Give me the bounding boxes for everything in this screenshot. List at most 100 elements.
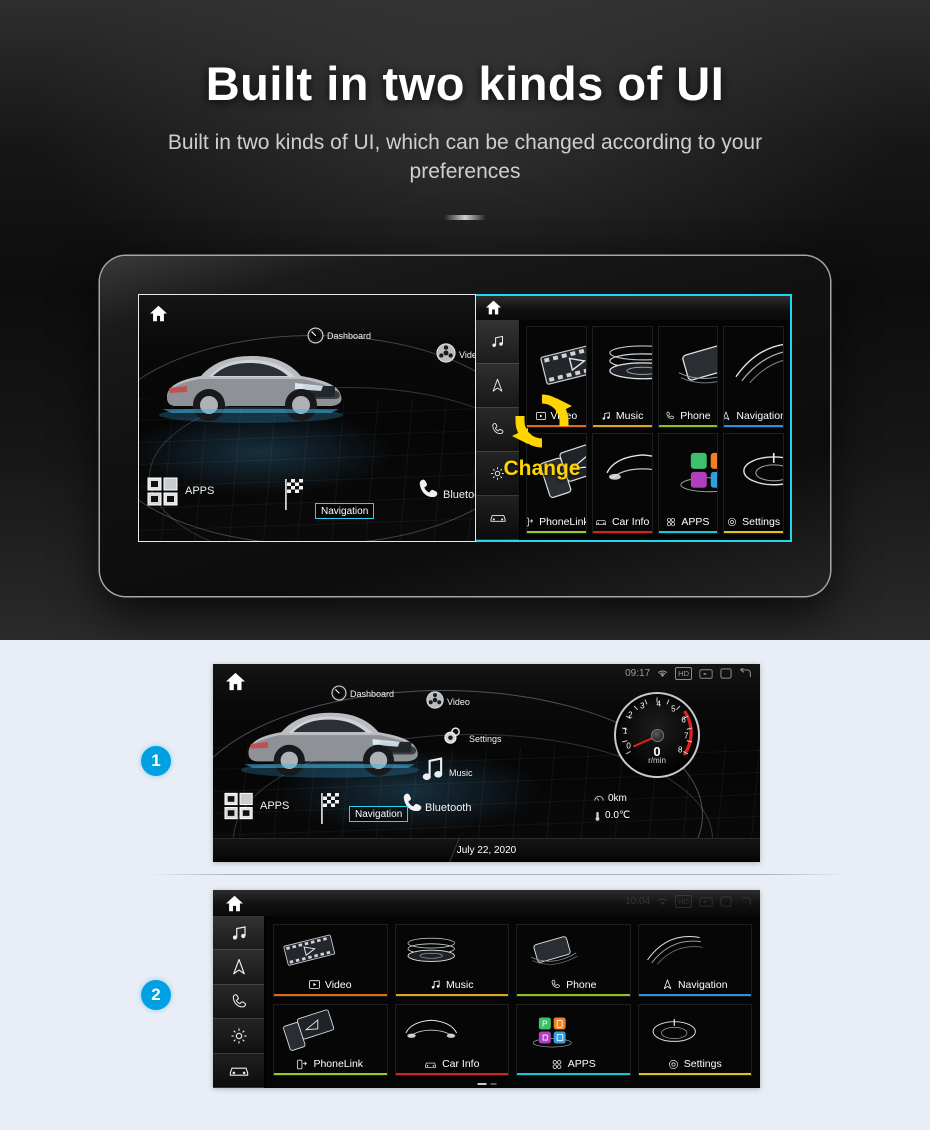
status-bar: 09:17 HD [625,667,752,680]
tile-accent [274,1073,387,1075]
tile-caption: Music [601,410,643,422]
badge-2: 2 [141,980,171,1010]
apps-icon [552,1059,562,1069]
sidebar-item-settings[interactable] [476,452,519,496]
car-front-icon [425,1062,436,1068]
gear-icon[interactable] [441,724,465,748]
screenshot-tile-grid[interactable]: 10:04 HD Video Music Phone Navigation Ph… [213,890,760,1088]
tile-settings[interactable]: Settings [723,432,784,534]
label-bluetooth[interactable]: Bluetooth [443,489,475,501]
tile-caption: PhoneLink [526,516,586,528]
music-note-icon[interactable] [421,756,444,783]
page-indicator[interactable] [477,1083,496,1085]
back-arrow-icon [741,897,751,906]
sidebar-item-car-info[interactable] [476,496,519,540]
tachometer: 0 1 2 3 4 5 6 7 8 0 r/min [614,692,700,778]
tile-label: Phone [680,409,711,422]
tile-caption: Settings [727,516,780,528]
label-music[interactable]: Music [449,768,473,778]
label-dashboard[interactable]: Dashboard [327,331,371,341]
device-left-panel[interactable]: Dashboard Video APPS [138,294,476,542]
settings-art-icon [652,1018,696,1042]
home-icon[interactable] [485,300,502,315]
label-navigation-selected[interactable]: Navigation [349,806,409,822]
sidebar-item-settings[interactable] [213,1019,264,1054]
tile-grid: Video Music Phone Navigation PhoneLink C… [520,320,790,540]
tile-caption: Video [309,979,352,991]
tile-grid-ui: 10:04 HD Video Music Phone Navigation Ph… [213,890,760,1088]
sidebar-item-navigation[interactable] [476,364,519,408]
tile-caption: Music [430,979,473,991]
home-icon[interactable] [149,305,168,322]
wifi-icon [658,670,668,678]
tile-caption: APPS [551,1058,596,1070]
sidebar-item-car-info[interactable] [213,1053,264,1088]
tile-car-info[interactable]: Car Info [591,432,653,534]
video-icon [535,411,546,420]
sidebar-item-music[interactable] [476,320,519,364]
tach-tick-7: 7 [684,731,689,741]
label-settings[interactable]: Settings [469,734,502,744]
sidebar-item-navigation[interactable] [213,950,264,985]
square-icon [720,896,732,907]
label-apps[interactable]: APPS [185,485,214,497]
tach-unit: r/min [648,755,666,765]
device-right-panel[interactable]: Video Music Phone Navigation PhoneLink C… [476,294,792,542]
phone-handset-icon[interactable] [415,477,441,503]
sidebar-item-music[interactable] [213,916,264,951]
tile-label: Navigation [736,409,784,422]
label-dashboard[interactable]: Dashboard [350,689,394,699]
settings-art-icon [743,453,784,486]
label-bluetooth[interactable]: Bluetooth [425,802,471,814]
tile-car-info[interactable]: Car Info [394,1003,509,1076]
tile-phone[interactable]: Phone [657,326,719,428]
home-icon[interactable] [225,672,246,691]
tile-music[interactable]: Music [591,326,653,428]
label-video[interactable]: Video [459,350,475,360]
sidebar-item-phone[interactable] [476,408,519,452]
tile-caption: Car Info [424,1058,479,1070]
tile-video[interactable]: Video [526,326,587,428]
phonelink-icon [526,517,534,527]
checkered-flag-icon[interactable] [319,791,341,825]
tile-navigation[interactable]: Navigation [637,924,752,997]
label-apps[interactable]: APPS [260,800,289,812]
tile-video[interactable]: Video [273,924,388,997]
tile-apps[interactable]: APPS [657,432,719,534]
music-note-icon [492,335,503,347]
screenshot-car-home[interactable]: 09:17 HD Dashboard Video Settings Music … [213,664,760,862]
car-front-icon [229,1067,248,1076]
tile-apps[interactable]: P APPS [516,1003,631,1076]
readout-temperature: 0.0℃ [594,810,630,821]
phonelink-art-icon [539,440,586,499]
grid-squares-icon[interactable] [147,477,181,507]
phone-icon [666,411,675,419]
film-reel-icon[interactable] [436,343,456,363]
navigation-art-icon [646,936,702,965]
sidebar-item-phone[interactable] [213,984,264,1020]
grid-squares-icon[interactable] [224,792,256,821]
tile-phone[interactable]: Phone [516,924,631,997]
tile-music[interactable]: Music [394,924,509,997]
gear-icon [728,517,737,527]
phonelink-icon [297,1059,308,1069]
hd-badge: HD [675,667,692,680]
checkered-flag-icon[interactable] [283,477,305,511]
tile-caption: Phone [665,409,711,422]
music-note-icon [232,925,246,940]
tile-phonelink[interactable]: PhoneLink [273,1003,388,1076]
gauge-icon[interactable] [331,685,347,701]
label-video[interactable]: Video [447,697,470,707]
square-icon [720,668,732,679]
tile-navigation[interactable]: Navigation [723,326,784,428]
film-reel-icon[interactable] [426,691,444,709]
tile-accent [658,531,718,533]
tile-settings[interactable]: Settings [637,1003,752,1076]
tach-hub [650,728,664,742]
home-icon[interactable] [225,895,244,912]
tile-accent [638,993,751,996]
phone-art-icon [678,343,718,384]
tile-phonelink[interactable]: PhoneLink [526,432,587,534]
gauge-icon[interactable] [307,327,324,344]
label-navigation-selected[interactable]: Navigation [315,503,375,519]
